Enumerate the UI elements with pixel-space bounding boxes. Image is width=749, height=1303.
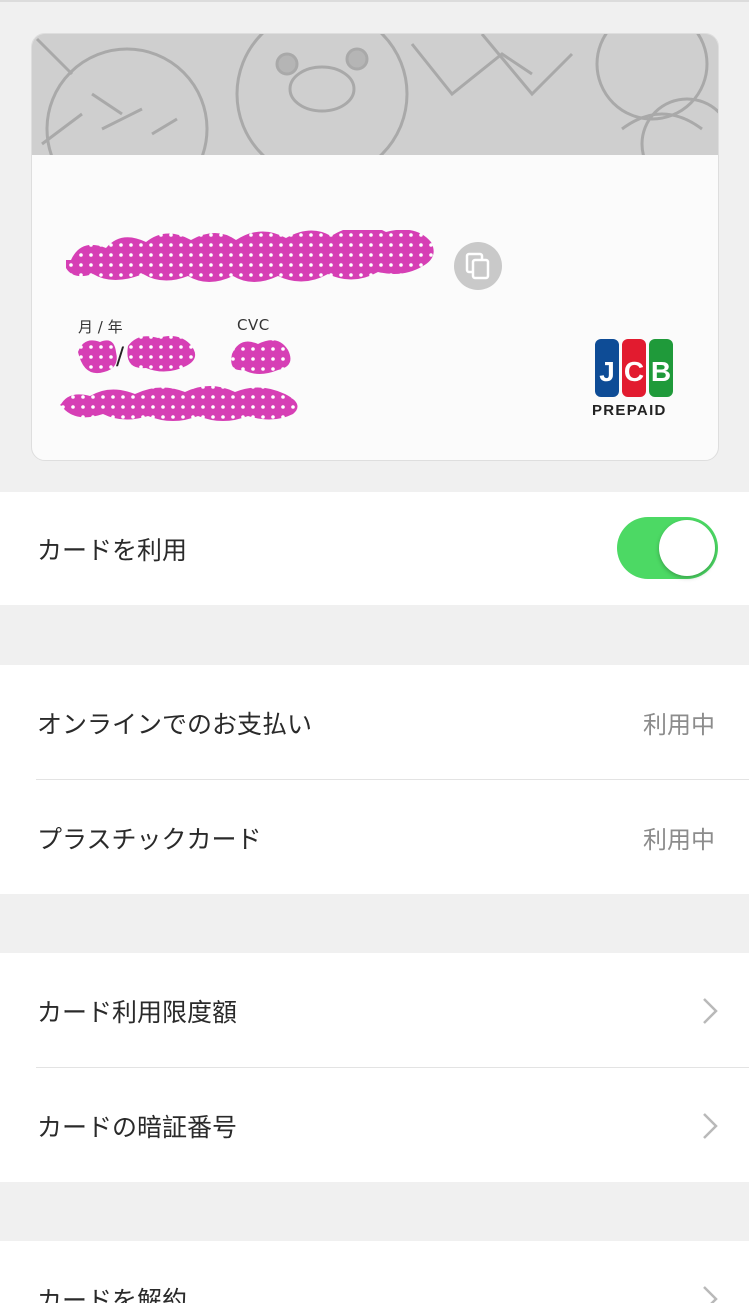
spending-limit-row[interactable]: カード利用限度額 — [0, 953, 749, 1068]
cancel-card-row[interactable]: カードを解約 — [0, 1241, 749, 1303]
chevron-right-icon — [703, 1112, 718, 1139]
use-card-label: カードを利用 — [37, 535, 188, 565]
card-type-label: PREPAID — [592, 402, 667, 419]
pin-row[interactable]: カードの暗証番号 — [0, 1068, 749, 1183]
plastic-card-status: 利用中 — [643, 826, 715, 854]
online-payment-status: 利用中 — [643, 711, 715, 739]
use-card-toggle[interactable] — [617, 517, 718, 579]
online-payment-row[interactable]: オンラインでのお支払い 利用中 — [0, 665, 749, 780]
use-card-section: カードを利用 — [0, 492, 749, 605]
settings-section: カード利用限度額 カードの暗証番号 — [0, 953, 749, 1182]
copy-icon — [465, 252, 490, 280]
cancel-card-label: カードを解約 — [37, 1285, 188, 1303]
cancel-section: カードを解約 — [0, 1241, 749, 1303]
chevron-right-icon — [703, 1285, 718, 1303]
cardholder-name-redacted — [60, 386, 298, 421]
cvc-label: CVC — [237, 316, 270, 334]
plastic-card-row[interactable]: プラスチックカード 利用中 — [0, 780, 749, 895]
card-artwork — [32, 34, 718, 155]
card-number-redacted — [66, 230, 434, 282]
plastic-card-label: プラスチックカード — [37, 824, 262, 854]
jcb-letter-j: J — [599, 356, 615, 387]
expiry-redacted — [78, 336, 196, 374]
expiry-separator: / — [116, 342, 125, 370]
online-payment-label: オンラインでのお支払い — [37, 709, 313, 739]
prepaid-card: 月 / 年 CVC / J C B PREPAID — [31, 33, 719, 461]
toggle-knob — [659, 520, 715, 576]
jcb-letter-c: C — [624, 356, 644, 387]
copy-card-number-button[interactable] — [454, 242, 502, 290]
jcb-letter-b: B — [651, 356, 671, 387]
top-border — [0, 0, 749, 2]
status-section: オンラインでのお支払い 利用中 プラスチックカード 利用中 — [0, 665, 749, 894]
cvc-redacted — [231, 340, 291, 374]
use-card-row: カードを利用 — [0, 492, 749, 605]
spending-limit-label: カード利用限度額 — [37, 997, 238, 1027]
pin-label: カードの暗証番号 — [37, 1112, 238, 1142]
chevron-right-icon — [703, 997, 718, 1024]
